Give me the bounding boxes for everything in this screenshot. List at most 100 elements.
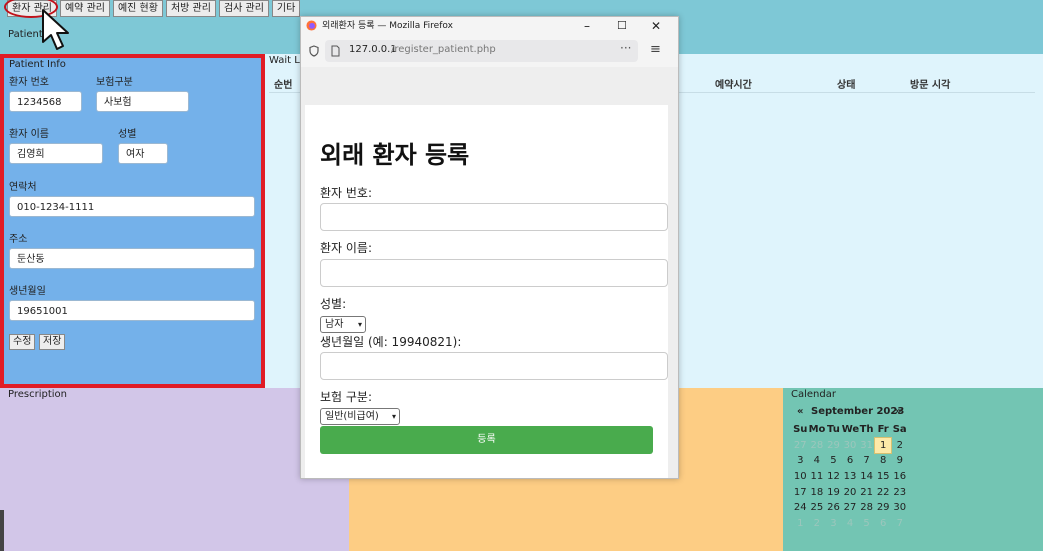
insurance-label: 보험구분 [96, 77, 133, 88]
register-submit-button[interactable]: 등록 [320, 426, 653, 454]
form-patient-no-input[interactable] [320, 203, 668, 231]
form-insurance-select[interactable]: 일반(비급여) ▾ [320, 408, 400, 425]
calendar-day-selected[interactable]: 1 [873, 436, 893, 455]
calendar-day[interactable]: 3 [792, 453, 809, 469]
calendar-day[interactable]: 10 [792, 469, 809, 485]
calendar-day[interactable]: 2 [809, 516, 826, 532]
insurance-field[interactable]: 사보험 [96, 91, 189, 112]
window-title: 외래환자 등록 — Mozilla Firefox [322, 21, 453, 31]
form-patient-no-label: 환자 번호: [320, 186, 373, 200]
close-icon[interactable]: ✕ [651, 17, 661, 35]
calendar-prev-button[interactable]: « [797, 406, 803, 417]
calendar-week-row: 3 4 5 6 7 8 9 [792, 453, 908, 469]
calendar-week-row: 24 25 26 27 28 29 30 [792, 500, 908, 516]
form-birth-input[interactable] [320, 352, 668, 380]
edit-button[interactable]: 수정 [9, 334, 36, 350]
register-patient-window: 외래환자 등록 — Mozilla Firefox – ☐ ✕ 127.0.0.… [300, 16, 679, 479]
patient-no-field[interactable]: 1234568 [9, 91, 82, 112]
mouse-cursor-icon [42, 9, 69, 50]
calendar-day[interactable]: 5 [858, 516, 875, 532]
left-edge-bar [0, 510, 4, 551]
weekday-th: Th [859, 424, 874, 435]
calendar-day[interactable]: 2 [891, 438, 908, 454]
calendar-day[interactable]: 20 [842, 485, 859, 501]
calendar-day[interactable]: 1 [792, 516, 809, 532]
calendar-day[interactable]: 19 [825, 485, 842, 501]
calendar-day[interactable]: 26 [825, 500, 842, 516]
birth-field[interactable]: 19651001 [9, 300, 255, 321]
calendar-week-row: 10 11 12 13 14 15 16 [792, 469, 908, 485]
form-birth-label: 생년월일 (예: 19940821): [320, 335, 462, 349]
page-icon [331, 45, 340, 57]
weekday-we: We [841, 424, 860, 435]
calendar-day[interactable]: 17 [792, 485, 809, 501]
menu-test-management[interactable]: 검사 관리 [218, 0, 269, 17]
page-actions-icon[interactable]: ··· [620, 41, 631, 55]
calendar-day[interactable]: 6 [842, 453, 859, 469]
form-insurance-label: 보험 구분: [320, 390, 373, 404]
calendar-day[interactable]: 13 [842, 469, 859, 485]
form-gender-select[interactable]: 남자 ▾ [320, 316, 366, 333]
firefox-logo-icon [306, 20, 317, 31]
calendar-day[interactable]: 18 [809, 485, 826, 501]
weekday-tu: Tu [827, 424, 840, 435]
calendar-day[interactable]: 12 [825, 469, 842, 485]
calendar-day[interactable]: 8 [875, 453, 892, 469]
calendar-day[interactable]: 4 [809, 453, 826, 469]
calendar-day[interactable]: 31 [858, 438, 875, 454]
save-button[interactable]: 저장 [39, 334, 66, 350]
form-gender-label: 성별: [320, 297, 347, 311]
calendar-day[interactable]: 14 [858, 469, 875, 485]
calendar-next-button[interactable]: » [895, 406, 901, 417]
calendar-day[interactable]: 28 [858, 500, 875, 516]
calendar-day[interactable]: 4 [842, 516, 859, 532]
name-field[interactable]: 김영희 [9, 143, 103, 164]
calendar-day[interactable]: 5 [825, 453, 842, 469]
calendar-day[interactable]: 27 [792, 438, 809, 454]
calendar-day[interactable]: 7 [858, 453, 875, 469]
name-label: 환자 이름 [9, 129, 49, 140]
form-gender-value: 남자 [325, 319, 344, 330]
calendar-day[interactable]: 25 [809, 500, 826, 516]
calendar-day[interactable]: 30 [842, 438, 859, 454]
calendar-day[interactable]: 9 [891, 453, 908, 469]
gender-label: 성별 [118, 129, 137, 140]
calendar-day[interactable]: 7 [891, 516, 908, 532]
menu-pre-exam-status[interactable]: 예진 현황 [112, 0, 163, 17]
calendar-day[interactable]: 28 [809, 438, 826, 454]
hamburger-menu-icon[interactable]: ≡ [650, 42, 661, 57]
calendar-day[interactable]: 29 [825, 438, 842, 454]
calendar-day[interactable]: 24 [792, 500, 809, 516]
calendar-day[interactable]: 6 [875, 516, 892, 532]
birth-label: 생년월일 [9, 286, 46, 297]
shield-icon [309, 45, 319, 57]
calendar-panel: Calendar « September 2023 » Su Mo Tu We … [783, 388, 1043, 551]
menu-prescription-management[interactable]: 처방 관리 [165, 0, 216, 17]
calendar-day[interactable]: 21 [858, 485, 875, 501]
form-name-input[interactable] [320, 259, 668, 287]
calendar-day[interactable]: 30 [891, 500, 908, 516]
phone-field[interactable]: 010-1234-1111 [9, 196, 255, 217]
url-field[interactable]: 127.0.0.1 /register_patient.php ··· [325, 40, 638, 62]
patient-info-title: Patient Info [9, 59, 66, 70]
patient-info-panel: Patient Info 환자 번호 1234568 보험구분 사보험 환자 이… [0, 54, 265, 388]
calendar-day[interactable]: 16 [891, 469, 908, 485]
weekday-su: Su [793, 424, 808, 435]
calendar-day[interactable]: 22 [875, 485, 892, 501]
maximize-icon[interactable]: ☐ [617, 17, 627, 35]
calendar-day[interactable]: 23 [891, 485, 908, 501]
calendar-day[interactable]: 29 [875, 500, 892, 516]
column-header-order: 순번 [274, 80, 293, 91]
calendar-day[interactable]: 3 [825, 516, 842, 532]
form-insurance-value: 일반(비급여) [325, 411, 379, 422]
weekday-fr: Fr [877, 424, 889, 435]
minimize-icon[interactable]: – [584, 17, 590, 35]
menu-other[interactable]: 기타 [271, 0, 301, 17]
column-header-reservation-time: 예약시간 [715, 80, 752, 91]
address-field[interactable]: 둔산동 [9, 248, 255, 269]
calendar-day[interactable]: 11 [809, 469, 826, 485]
calendar-day[interactable]: 15 [875, 469, 892, 485]
gender-field[interactable]: 여자 [118, 143, 168, 164]
calendar-day[interactable]: 27 [842, 500, 859, 516]
phone-label: 연락처 [9, 182, 37, 193]
